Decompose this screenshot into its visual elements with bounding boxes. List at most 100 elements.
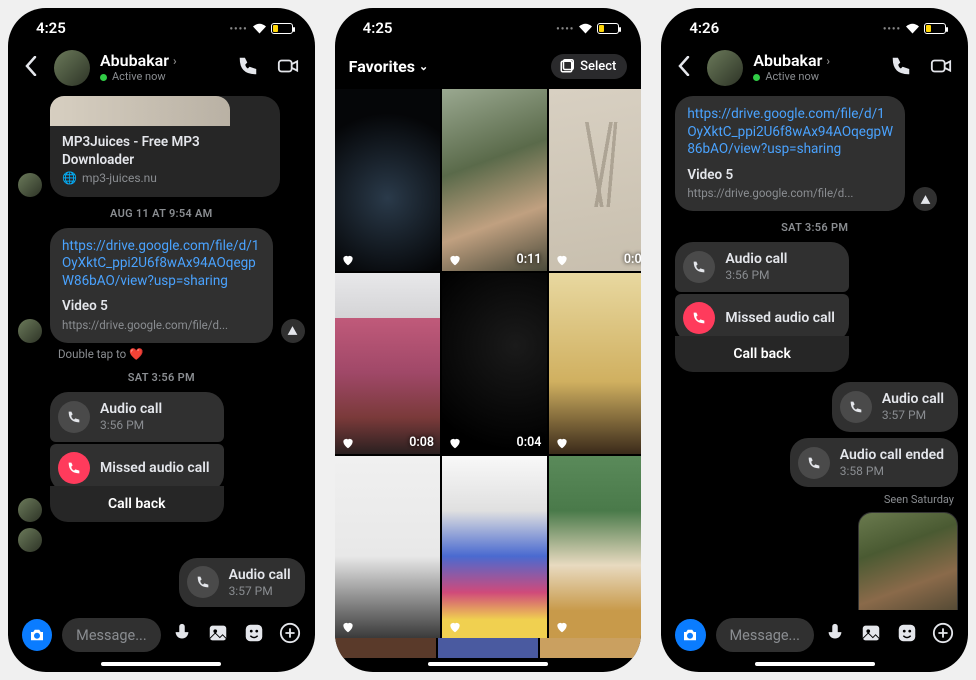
incoming-call-entry[interactable]: Audio call3:56 PM Missed audio call Call… [18, 392, 305, 522]
grid-partial-row [335, 638, 642, 658]
select-button[interactable]: Select [551, 54, 627, 79]
heart-icon [448, 619, 462, 633]
gallery-tile[interactable] [549, 456, 641, 638]
call-title: Audio call [100, 400, 162, 418]
call-title: Audio call [725, 250, 787, 268]
favorites-label: Favorites [349, 57, 415, 76]
input-placeholder: Message... [76, 627, 147, 644]
mic-icon[interactable] [824, 622, 846, 648]
outgoing-call-ended[interactable]: Audio call ended3:58 PM [671, 438, 958, 488]
plus-icon[interactable] [279, 622, 301, 648]
phone-icon [798, 447, 830, 479]
avatar[interactable] [54, 50, 90, 86]
message-link-card[interactable]: MP3Juices - Free MP3 Downloader 🌐mp3-jui… [18, 96, 305, 197]
phone-right: 4:26 8 Abubakar› Active now https://driv… [661, 8, 968, 672]
heart-icon [448, 252, 462, 266]
video-call-button[interactable] [930, 55, 952, 81]
missed-call-title: Missed audio call [725, 309, 835, 327]
call-time: 3:58 PM [840, 464, 944, 480]
heart-icon [341, 252, 355, 266]
image-icon[interactable] [207, 622, 229, 648]
sender-avatar [18, 528, 42, 552]
wifi-icon [252, 23, 267, 34]
back-button[interactable] [671, 56, 697, 80]
drive-url[interactable]: https://drive.google.com/file/d/1OyXktC_… [687, 106, 893, 159]
chat-header: Abubakar› Active now [8, 48, 315, 96]
composer: Message... [8, 610, 315, 658]
video-duration: 0:05 [624, 252, 641, 267]
sticker-icon[interactable] [243, 622, 265, 648]
back-button[interactable] [18, 56, 44, 80]
incoming-call-entry[interactable]: Audio call3:56 PM Missed audio call Call… [671, 242, 958, 372]
audio-call-button[interactable] [237, 55, 259, 81]
mic-icon[interactable] [171, 622, 193, 648]
input-placeholder: Message... [730, 627, 801, 644]
outgoing-call-entry[interactable]: Audio call3:57 PM [671, 382, 958, 432]
heart-icon [555, 619, 569, 633]
call-title: Audio call [882, 390, 944, 408]
home-indicator[interactable] [428, 662, 548, 666]
heart-icon [555, 252, 569, 266]
heart-icon [341, 619, 355, 633]
gallery-tile[interactable] [549, 273, 641, 455]
status-time: 4:26 [689, 19, 719, 37]
callback-button[interactable]: Call back [675, 336, 849, 372]
reaction-hint: Double tap to ❤️ [58, 347, 305, 361]
contact-name: Abubakar [100, 52, 169, 70]
select-label: Select [580, 59, 616, 74]
phone-left: 4:25 9 Abubakar› Active now MP3Juices - … [8, 8, 315, 672]
gallery-tile[interactable]: 0:08 [335, 273, 440, 455]
call-time: 3:57 PM [882, 408, 944, 424]
photo-grid[interactable]: 0:11 0:05 0:08 0:04 [335, 89, 642, 638]
image-icon[interactable] [860, 622, 882, 648]
link-domain: mp3-juices.nu [82, 171, 157, 187]
drive-url[interactable]: https://drive.google.com/file/d/1OyXktC_… [62, 238, 261, 291]
drive-title: Video 5 [687, 167, 893, 185]
chat-scroll[interactable]: MP3Juices - Free MP3 Downloader 🌐mp3-jui… [8, 96, 315, 610]
call-title: Audio call ended [840, 446, 944, 464]
gallery-tile[interactable]: 0:04 [442, 273, 547, 455]
gallery-tile[interactable]: 0:11 [442, 89, 547, 271]
gallery-tile[interactable]: 0:05 [549, 89, 641, 271]
home-indicator[interactable] [101, 662, 221, 666]
gallery-tile[interactable] [335, 456, 440, 638]
video-duration: 0:08 [409, 435, 434, 450]
cellular-icon [229, 21, 247, 35]
call-title: Audio call [229, 566, 291, 584]
sent-photo-thumbnail[interactable] [858, 512, 958, 610]
callback-button[interactable]: Call back [50, 486, 224, 522]
contact-name-block[interactable]: Abubakar› Active now [753, 52, 880, 83]
home-indicator[interactable] [755, 662, 875, 666]
drive-sub: https://drive.google.com/file/d... [62, 318, 261, 333]
outgoing-call-entry[interactable]: Audio call3:57 PM [18, 558, 305, 608]
missed-call-icon [58, 452, 90, 484]
message-input[interactable]: Message... [62, 618, 161, 652]
call-time: 3:56 PM [100, 418, 162, 434]
contact-name-block[interactable]: Abubakar› Active now [100, 52, 227, 83]
forward-button[interactable] [913, 187, 937, 211]
message-drive-link[interactable]: https://drive.google.com/file/d/1OyXktC_… [671, 96, 958, 211]
sender-avatar [18, 173, 42, 197]
forward-button[interactable] [281, 319, 305, 343]
avatar[interactable] [707, 50, 743, 86]
active-status: Active now [112, 71, 166, 84]
status-time: 4:25 [36, 19, 66, 37]
plus-icon[interactable] [932, 622, 954, 648]
chat-scroll[interactable]: https://drive.google.com/file/d/1OyXktC_… [661, 96, 968, 610]
audio-call-button[interactable] [890, 55, 912, 81]
camera-button[interactable] [22, 619, 52, 651]
favorites-dropdown[interactable]: Favorites ⌄ [349, 57, 429, 76]
video-duration: 0:04 [517, 435, 542, 450]
gallery-tile[interactable] [442, 456, 547, 638]
message-input[interactable]: Message... [716, 618, 815, 652]
sent-media[interactable] [671, 512, 958, 610]
status-bar: 4:25 9 [8, 8, 315, 48]
status-bar: 4:25 8 [335, 8, 642, 48]
chevron-down-icon: ⌄ [419, 60, 428, 73]
video-call-button[interactable] [277, 55, 299, 81]
sticker-icon[interactable] [896, 622, 918, 648]
gallery-tile[interactable] [335, 89, 440, 271]
camera-button[interactable] [675, 619, 705, 651]
video-duration: 0:11 [517, 252, 542, 267]
message-drive-link[interactable]: https://drive.google.com/file/d/1OyXktC_… [18, 228, 305, 343]
